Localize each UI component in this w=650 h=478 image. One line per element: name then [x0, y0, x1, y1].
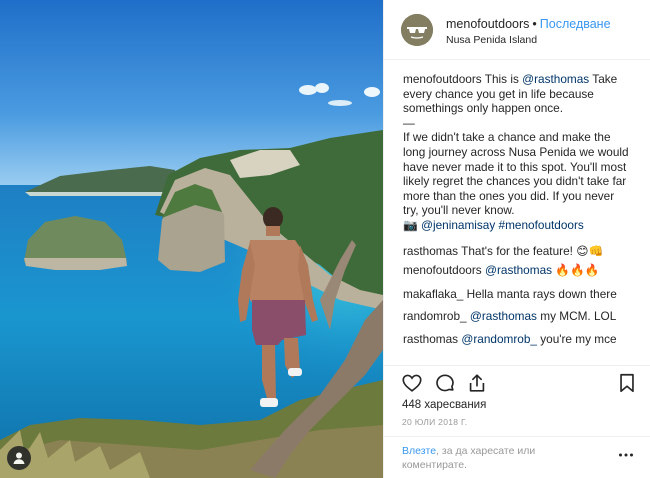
likes-count[interactable]: 448 харесвания — [402, 399, 486, 411]
save-button[interactable] — [616, 372, 638, 394]
login-prompt: Влезте, за да харесате или коментирате. — [402, 444, 602, 472]
follow-button[interactable]: Последване — [540, 17, 611, 31]
comment-text: you're my mce — [540, 331, 617, 346]
bookmark-icon — [620, 373, 634, 393]
header-user-line: menofoutdoors • Последване — [446, 17, 611, 31]
comment-text: Hella manta rays down there — [466, 286, 617, 301]
post-date[interactable]: 20 ЮЛИ 2018 Г. — [402, 417, 467, 427]
comment-mention[interactable]: @rasthomas — [485, 263, 552, 277]
comment-username[interactable]: rasthomas — [403, 244, 458, 258]
comment-emoji: 😊👊 — [576, 243, 604, 258]
comment-emoji: 🔥🔥🔥 — [555, 263, 600, 278]
caption-body-1: If we didn't take a chance and make the — [403, 130, 611, 145]
like-button[interactable] — [401, 372, 423, 394]
login-prompt-bar: Влезте, за да харесате или коментирате. — [384, 436, 650, 478]
caption: menofoutdoors This is @rasthomas Take ev… — [403, 72, 641, 233]
comment-text: That's for the feature! — [461, 243, 573, 258]
post-image — [0, 0, 383, 478]
caption-mention[interactable]: @rasthomas — [522, 72, 589, 86]
header-separator: • — [532, 17, 537, 31]
caption-text-1b: Take — [592, 72, 618, 86]
post-side-panel: menofoutdoors • Последване Nusa Penida Isl… — [383, 0, 650, 478]
comment-button[interactable] — [434, 372, 456, 394]
header-username[interactable]: menofoutdoors — [446, 17, 529, 31]
more-options-button[interactable] — [618, 447, 634, 457]
comment-mention[interactable]: @rasthomas — [470, 309, 537, 323]
login-link[interactable]: Влезте — [402, 445, 436, 457]
comment-item: makaflaka_ Hella manta rays down there — [403, 287, 641, 302]
share-button[interactable] — [466, 372, 488, 394]
caption-text-1a: This is — [484, 72, 519, 86]
caption-body-6: try, you'll never know. — [403, 203, 515, 218]
ellipsis-icon — [619, 453, 633, 457]
share-icon — [469, 374, 485, 392]
caption-line-3: somethings only happen once. — [403, 101, 564, 116]
caption-dash: — — [403, 115, 415, 130]
user-tag-icon — [13, 452, 25, 464]
heart-icon — [402, 374, 422, 392]
caption-body-2: long journey across Nusa Penida we would — [403, 144, 629, 159]
comment-text: my MCM. LOL — [540, 309, 617, 324]
sunglasses-logo-icon — [401, 14, 433, 46]
comment-item: rasthomas @randomrob_ you're my mce — [403, 332, 641, 347]
caption-body-5: more than the ones you did. If you never — [403, 188, 615, 203]
comment-item: menofoutdoors @rasthomas 🔥🔥🔥 — [403, 263, 641, 278]
caption-body-4: likely regret the chances you didn't tak… — [403, 174, 627, 189]
comment-username[interactable]: makaflaka_ — [403, 287, 463, 301]
caption-line-1: menofoutdoors This is @rasthomas Take — [403, 72, 641, 87]
post-header: menofoutdoors • Последване Nusa Penida Isl… — [384, 0, 650, 60]
post-actions — [384, 365, 650, 397]
caption-author[interactable]: menofoutdoors — [403, 72, 482, 86]
caption-body-3: have never made it to this spot. You'll … — [403, 159, 627, 174]
comments-list: menofoutdoors This is @rasthomas Take ev… — [403, 72, 641, 347]
camera-icon: 📷 — [403, 217, 418, 232]
credit-mention[interactable]: @jeninamisay — [421, 218, 495, 232]
comment-icon — [436, 374, 454, 392]
hashtag-link[interactable]: #menofoutdoors — [499, 218, 584, 232]
tagged-users-badge[interactable] — [7, 446, 31, 470]
comment-username[interactable]: menofoutdoors — [403, 263, 482, 277]
caption-credits: 📷 @jeninamisay #menofoutdoors — [403, 218, 641, 233]
comment-item: randomrob_ @rasthomas my MCM. LOL — [403, 309, 641, 324]
comment-mention[interactable]: @randomrob_ — [461, 332, 537, 346]
comment-username[interactable]: rasthomas — [403, 332, 458, 346]
caption-line-2: every chance you get in life because — [403, 86, 594, 101]
comment-username[interactable]: randomrob_ — [403, 309, 467, 323]
avatar[interactable] — [401, 14, 433, 46]
comment-item: rasthomas That's for the feature! 😊👊 — [403, 244, 641, 259]
post-photo[interactable] — [0, 0, 383, 478]
location-link[interactable]: Nusa Penida Island — [446, 34, 537, 46]
